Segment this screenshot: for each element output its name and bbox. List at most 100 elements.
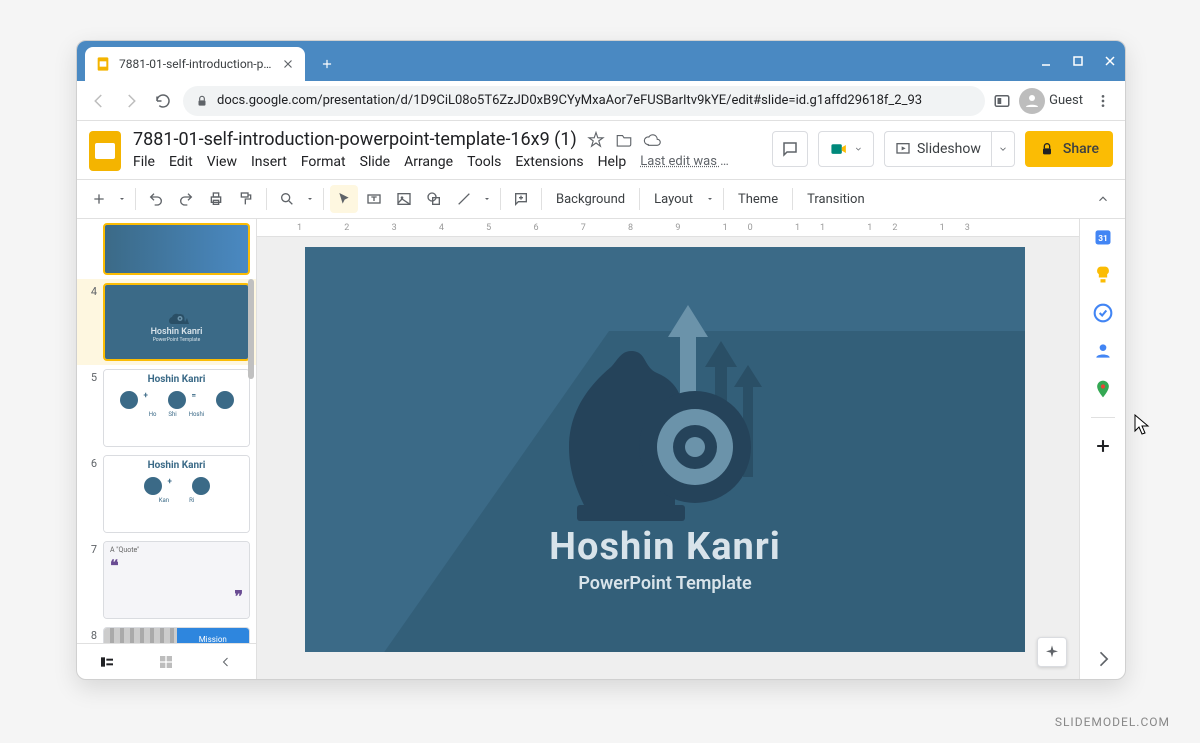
zoom-button[interactable] <box>273 185 301 213</box>
layout-dropdown[interactable] <box>703 185 717 213</box>
move-icon[interactable] <box>615 131 633 149</box>
comment-tool[interactable] <box>507 185 535 213</box>
menu-insert[interactable]: Insert <box>251 154 287 170</box>
slides-favicon-icon <box>95 56 111 72</box>
shape-tool[interactable] <box>420 185 448 213</box>
transition-button[interactable]: Transition <box>799 192 873 207</box>
toolbar: Background Layout Theme Transition <box>77 179 1125 219</box>
back-button[interactable] <box>87 89 111 113</box>
new-slide-button[interactable] <box>85 185 113 213</box>
reload-button[interactable] <box>151 89 175 113</box>
redo-icon <box>178 191 194 207</box>
menu-file[interactable]: File <box>133 154 155 170</box>
url-input[interactable]: docs.google.com/presentation/d/1D9CiL08o… <box>183 86 985 116</box>
caret-down-icon <box>706 195 714 203</box>
thumbnail-panel: 4 Hoshin Kanri PowerPoint Template 5 Hos… <box>77 219 257 679</box>
close-window-button[interactable] <box>1103 54 1117 68</box>
layout-button[interactable]: Layout <box>646 192 701 207</box>
canvas-area[interactable]: 1 2 3 4 5 6 7 8 9 10 11 12 13 <box>257 219 1079 679</box>
more-vert-icon <box>1095 93 1111 109</box>
thumb-number: 8 <box>83 627 97 643</box>
theme-button[interactable]: Theme <box>730 192 786 207</box>
slide-thumb[interactable]: A "Quote" ❝ ❞ <box>103 541 250 619</box>
undo-button[interactable] <box>142 185 170 213</box>
slideshow-button[interactable]: Slideshow <box>884 131 991 167</box>
slides-logo-icon[interactable] <box>87 129 123 173</box>
menu-arrange[interactable]: Arrange <box>404 154 453 170</box>
keep-icon[interactable] <box>1093 265 1113 285</box>
menu-help[interactable]: Help <box>598 154 627 170</box>
reload-icon <box>154 92 172 110</box>
menu-view[interactable]: View <box>207 154 237 170</box>
close-icon[interactable] <box>281 57 295 71</box>
profile-chip[interactable]: Guest <box>1019 88 1083 114</box>
thumbnail-list[interactable]: 4 Hoshin Kanri PowerPoint Template 5 Hos… <box>77 219 256 643</box>
doc-title[interactable]: 7881-01-self-introduction-powerpoint-tem… <box>133 129 577 150</box>
caret-down-icon <box>118 195 126 203</box>
slide-thumb[interactable]: Hoshin Kanri += HoShiHoshi <box>103 369 250 447</box>
new-slide-dropdown[interactable] <box>115 185 129 213</box>
maps-icon[interactable] <box>1093 379 1113 399</box>
last-edit-link[interactable]: Last edit was s... <box>640 154 730 170</box>
show-side-panel-button[interactable] <box>1093 649 1113 669</box>
window-controls <box>1039 41 1117 81</box>
slideshow-label: Slideshow <box>917 141 981 157</box>
addons-icon[interactable] <box>1093 436 1113 456</box>
share-label: Share <box>1063 141 1099 157</box>
slide-thumb[interactable]: Hoshin Kanri + KanRi <box>103 455 250 533</box>
browser-tab[interactable]: 7881-01-self-introduction-powerpoint-tem… <box>85 47 305 81</box>
menu-edit[interactable]: Edit <box>169 154 193 170</box>
tasks-icon[interactable] <box>1093 303 1113 323</box>
calendar-icon[interactable]: 31 <box>1093 227 1113 247</box>
grid-view-button[interactable] <box>154 650 178 674</box>
shape-icon <box>426 191 442 207</box>
lock-icon <box>195 94 209 108</box>
play-icon <box>895 141 911 157</box>
menu-tools[interactable]: Tools <box>467 154 501 170</box>
chrome-menu-button[interactable] <box>1091 89 1115 113</box>
address-bar: docs.google.com/presentation/d/1D9CiL08o… <box>77 81 1125 121</box>
slide-canvas[interactable]: Hoshin Kanri PowerPoint Template <box>305 247 1025 652</box>
textbox-tool[interactable] <box>360 185 388 213</box>
image-tool[interactable] <box>390 185 418 213</box>
menu-extensions[interactable]: Extensions <box>515 154 583 170</box>
slide-thumb[interactable] <box>103 223 250 275</box>
star-icon[interactable] <box>587 131 605 149</box>
filmstrip-view-button[interactable] <box>95 650 119 674</box>
maximize-button[interactable] <box>1071 54 1085 68</box>
cloud-icon[interactable] <box>643 131 661 149</box>
menu-slide[interactable]: Slide <box>360 154 390 170</box>
thumb-number: 7 <box>83 541 97 619</box>
contacts-icon[interactable] <box>1093 341 1113 361</box>
filmstrip-collapse-button[interactable] <box>214 650 238 674</box>
line-dropdown[interactable] <box>480 185 494 213</box>
minimize-button[interactable] <box>1039 54 1053 68</box>
thumb-mission: Mission <box>177 628 250 643</box>
thumb-scrollbar[interactable] <box>248 279 254 379</box>
menu-format[interactable]: Format <box>301 154 346 170</box>
comment-icon <box>781 140 799 158</box>
background-button[interactable]: Background <box>548 192 633 207</box>
forward-button[interactable] <box>119 89 143 113</box>
redo-button[interactable] <box>172 185 200 213</box>
chevron-up-icon <box>1096 192 1110 206</box>
explore-button[interactable] <box>1037 637 1067 667</box>
slideshow-dropdown[interactable] <box>991 131 1015 167</box>
new-tab-button[interactable] <box>313 50 341 78</box>
select-tool[interactable] <box>330 185 358 213</box>
paint-format-button[interactable] <box>232 185 260 213</box>
zoom-dropdown[interactable] <box>303 185 317 213</box>
plus-icon <box>91 191 107 207</box>
share-button[interactable]: Share <box>1025 131 1113 167</box>
caret-down-icon <box>998 144 1008 154</box>
slides-header: 7881-01-self-introduction-powerpoint-tem… <box>77 121 1125 173</box>
reading-list-icon[interactable] <box>993 92 1011 110</box>
slide-thumb-selected[interactable]: Hoshin Kanri PowerPoint Template <box>103 283 250 361</box>
collapse-toolbar-button[interactable] <box>1089 185 1117 213</box>
line-tool[interactable] <box>450 185 478 213</box>
print-button[interactable] <box>202 185 230 213</box>
side-panel: 31 <box>1079 219 1125 679</box>
meet-button[interactable] <box>818 131 874 167</box>
slide-thumb[interactable]: Mission <box>103 627 250 643</box>
comments-button[interactable] <box>772 131 808 167</box>
